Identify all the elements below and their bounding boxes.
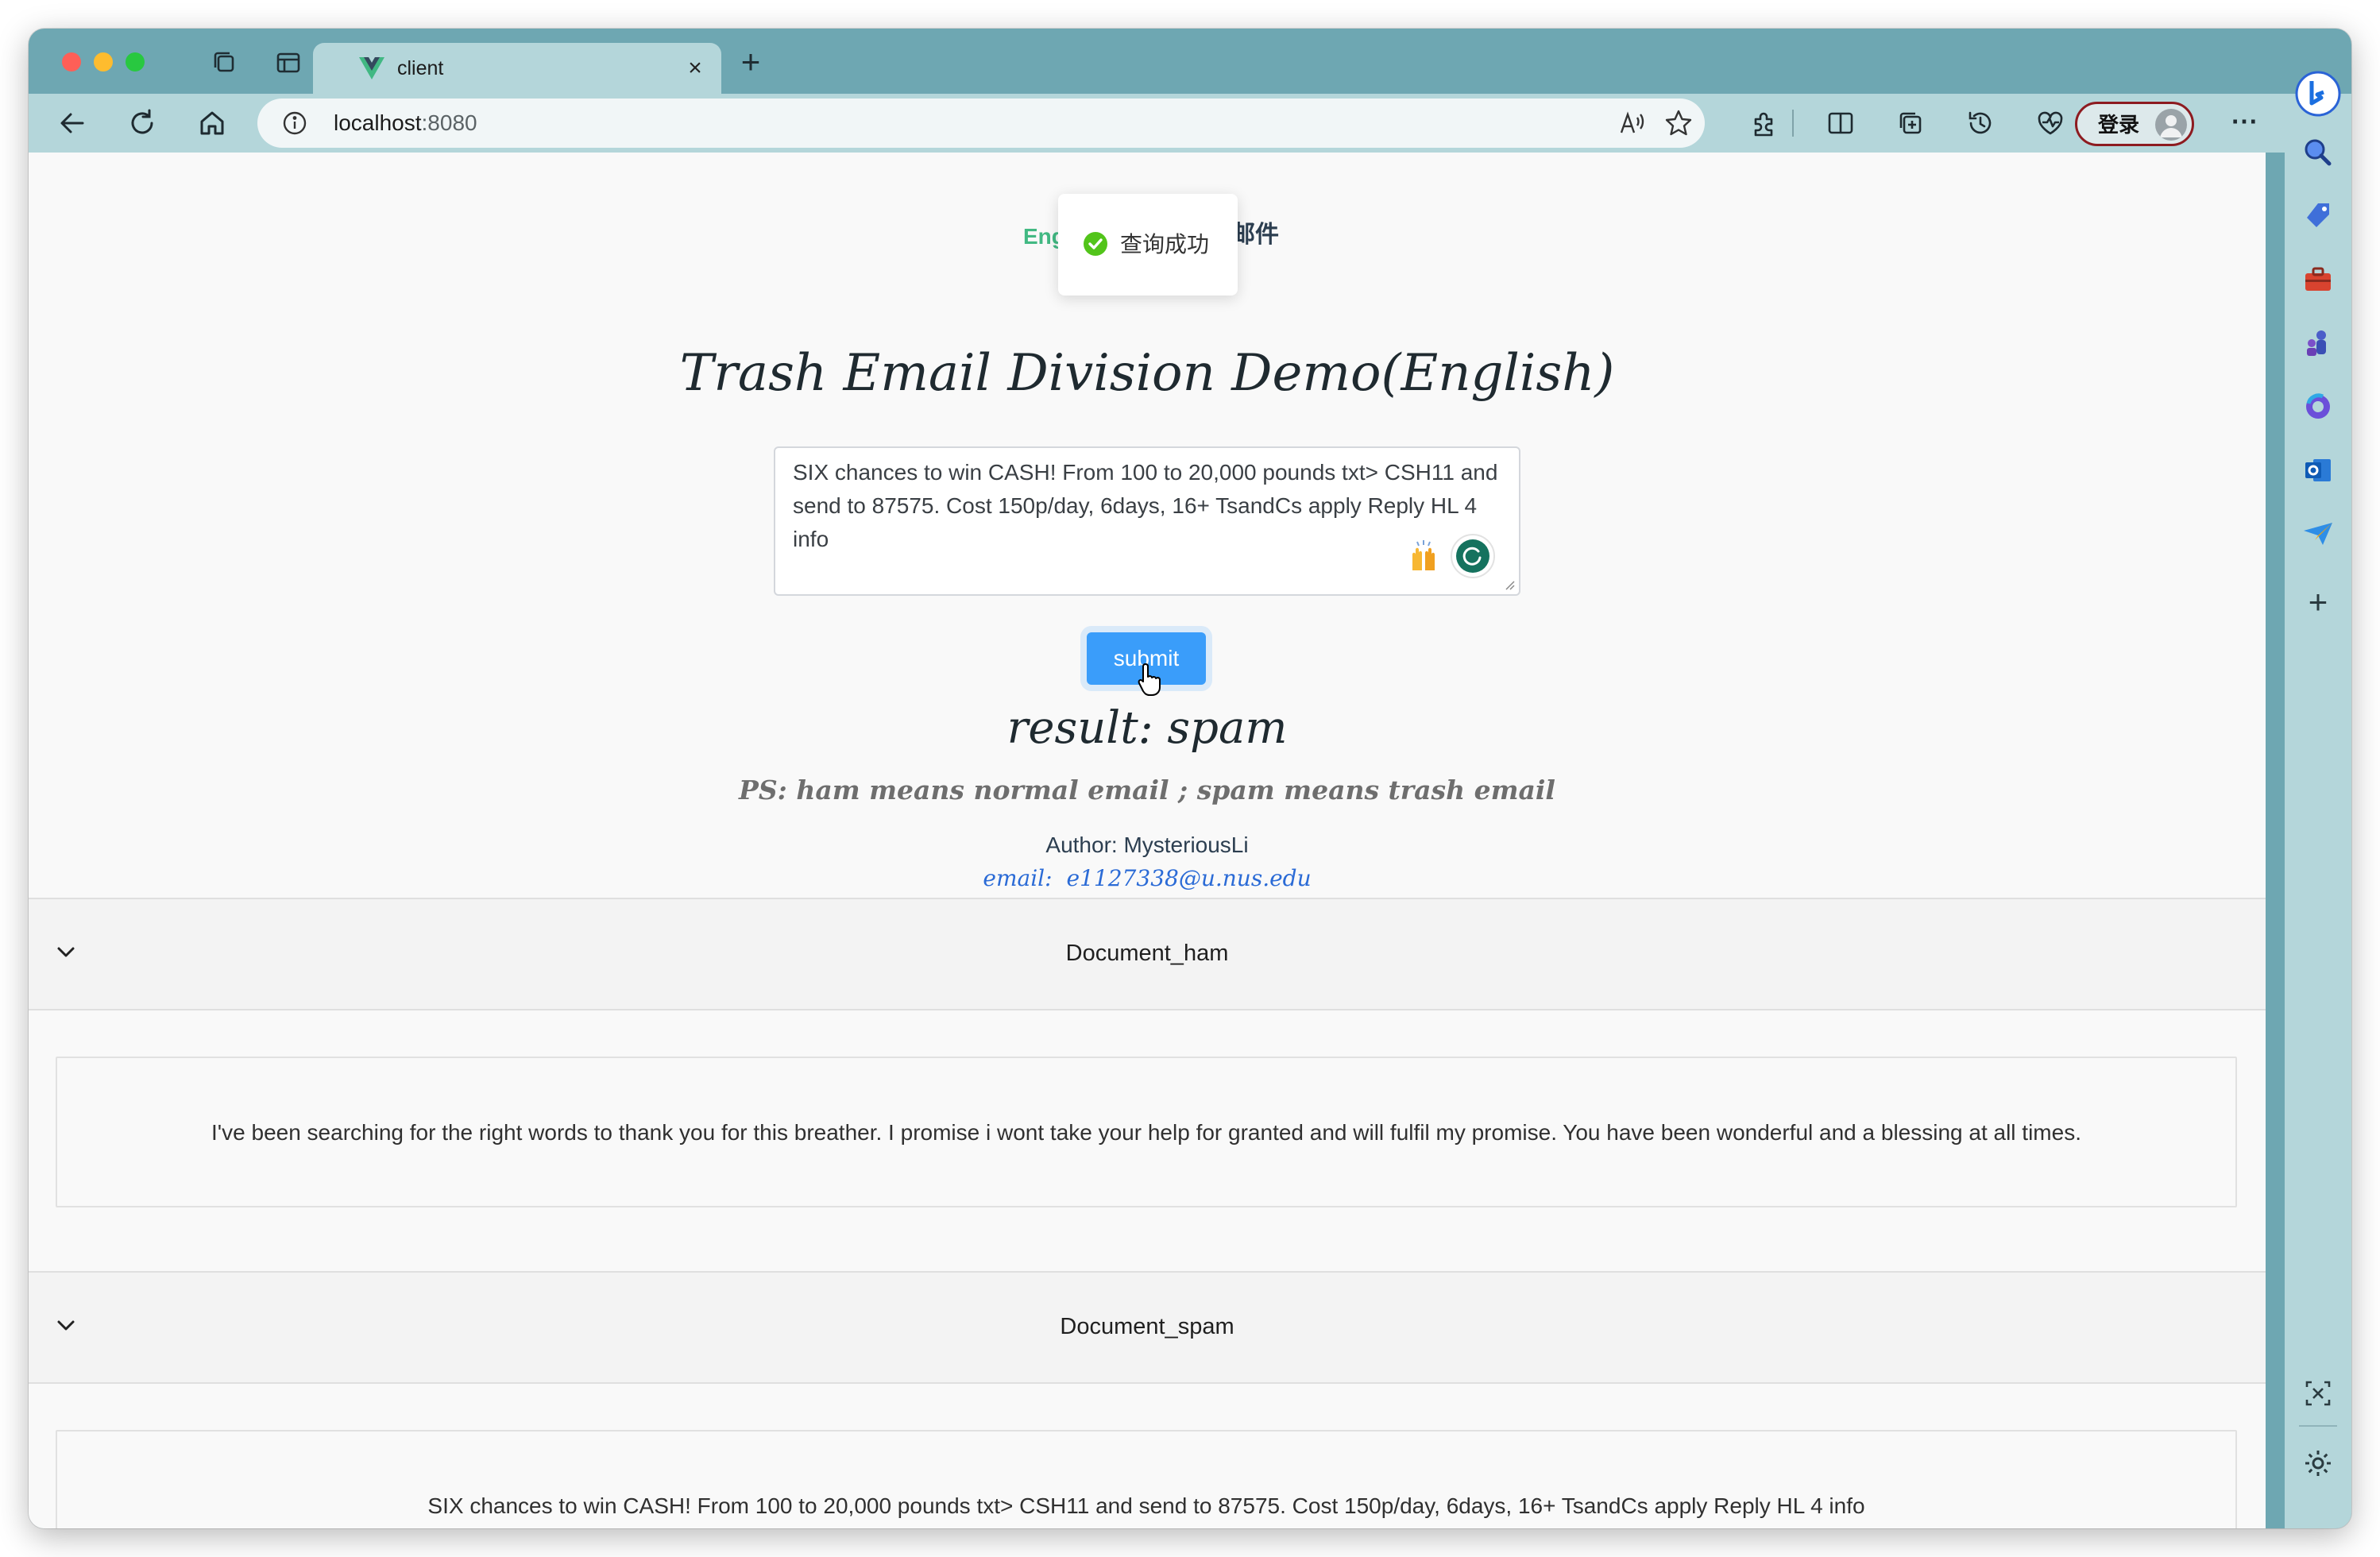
- url-host: localhost: [334, 110, 422, 135]
- vue-logo-icon: [359, 57, 384, 79]
- history-icon[interactable]: [1965, 108, 1996, 138]
- new-tab-button[interactable]: +: [737, 45, 764, 79]
- browser-toolbar: localhost:8080 登录 ⋯: [29, 94, 2285, 153]
- browser-essentials-icon[interactable]: [2035, 108, 2065, 138]
- shopping-tag-icon[interactable]: [2301, 199, 2336, 234]
- collapse-title: Document_spam: [1060, 1314, 1234, 1339]
- edge-sidebar: +: [2285, 71, 2351, 1528]
- document-text: I've been searching for the right words …: [211, 1120, 2081, 1145]
- page-content: Eng 邮件 查询成功 Trash Email Division Demo(En…: [29, 153, 2266, 1528]
- document-card: I've been searching for the right words …: [56, 1057, 2237, 1207]
- split-screen-icon[interactable]: [1826, 108, 1856, 138]
- tab-client[interactable]: client ×: [313, 43, 721, 94]
- send-drop-icon[interactable]: [2301, 516, 2336, 551]
- url-text: localhost:8080: [334, 108, 477, 138]
- profile-login-button[interactable]: 登录: [2075, 102, 2194, 146]
- email-label: email:: [983, 865, 1053, 891]
- email-address-link[interactable]: e1127338@u.nus.edu: [1067, 865, 1312, 891]
- collapse-title: Document_ham: [1065, 941, 1229, 966]
- microsoft-365-icon[interactable]: [2301, 389, 2336, 424]
- profile-avatar-icon: [2155, 109, 2187, 141]
- home-icon[interactable]: [197, 108, 227, 138]
- document-card: SIX chances to win CASH! From 100 to 20,…: [56, 1430, 2237, 1528]
- more-options-icon[interactable]: ⋯: [2229, 108, 2259, 138]
- vertical-tabs-icon[interactable]: [275, 49, 302, 76]
- hand-pointer-cursor-icon: [1138, 663, 1161, 696]
- tools-briefcase-icon[interactable]: [2301, 262, 2336, 297]
- author-text: Author: MysteriousLi: [1045, 833, 1249, 857]
- reload-icon[interactable]: [127, 108, 157, 138]
- email-textarea[interactable]: SIX chances to win CASH! From 100 to 20,…: [774, 446, 1520, 596]
- toast-message: 查询成功: [1120, 232, 1210, 257]
- workspaces-icon[interactable]: [211, 49, 238, 76]
- collections-icon[interactable]: [1895, 108, 1926, 138]
- games-icon[interactable]: [2301, 326, 2336, 361]
- maximize-window-button[interactable]: [126, 52, 145, 71]
- site-info-icon[interactable]: [281, 110, 308, 137]
- language-switch-chinese[interactable]: 邮件: [1231, 219, 1279, 251]
- document-text: SIX chances to win CASH! From 100 to 20,…: [427, 1493, 1865, 1518]
- browser-window: client × + localhost:8080 登录 ⋯ + Eng 邮件 …: [29, 29, 2351, 1528]
- address-bar[interactable]: localhost:8080: [257, 99, 1705, 148]
- page-title: Trash Email Division Demo(English): [679, 344, 1615, 403]
- login-label: 登录: [2098, 113, 2140, 137]
- collapse-body-document-spam: SIX chances to win CASH! From 100 to 20,…: [29, 1384, 2266, 1528]
- resize-grip-icon[interactable]: [1503, 578, 1516, 591]
- sidebar-divider: [2299, 1425, 2337, 1427]
- email-textarea-value: SIX chances to win CASH! From 100 to 20,…: [793, 460, 1498, 551]
- collapse-header-document-spam[interactable]: Document_spam: [29, 1271, 2266, 1384]
- grammarly-icon[interactable]: [1451, 534, 1495, 578]
- toolbar-divider: [1792, 110, 1794, 137]
- raised-hands-emoji-icon[interactable]: [1406, 539, 1441, 574]
- author-email: email: e1127338@u.nus.edu: [29, 863, 2266, 894]
- collapse-header-document-ham[interactable]: Document_ham: [29, 898, 2266, 1010]
- favorite-star-icon[interactable]: [1663, 108, 1694, 138]
- tab-title: client: [397, 57, 444, 79]
- outlook-icon[interactable]: [2301, 453, 2336, 488]
- collapse-body-document-ham: I've been searching for the right words …: [29, 1010, 2266, 1217]
- sidebar-settings-gear-icon[interactable]: [2301, 1446, 2336, 1481]
- ps-note: PS: ham means normal email ; spam means …: [739, 775, 1555, 806]
- close-window-button[interactable]: [62, 52, 81, 71]
- tab-strip: client × +: [29, 29, 2351, 94]
- close-tab-icon[interactable]: ×: [683, 54, 707, 83]
- bing-copilot-icon[interactable]: [2294, 70, 2342, 118]
- read-aloud-icon[interactable]: [1617, 108, 1648, 138]
- success-toast: 查询成功: [1058, 194, 1238, 296]
- url-port: :8080: [421, 110, 477, 135]
- extensions-icon[interactable]: [1749, 108, 1779, 138]
- success-check-icon: [1084, 232, 1107, 256]
- back-icon[interactable]: [57, 108, 87, 138]
- add-sidebar-app-icon[interactable]: +: [2301, 585, 2336, 620]
- minimize-window-button[interactable]: [94, 52, 113, 71]
- result-text: result: spam: [1006, 702, 1288, 754]
- screenshot-icon[interactable]: [2301, 1376, 2336, 1411]
- search-icon[interactable]: [2301, 135, 2336, 170]
